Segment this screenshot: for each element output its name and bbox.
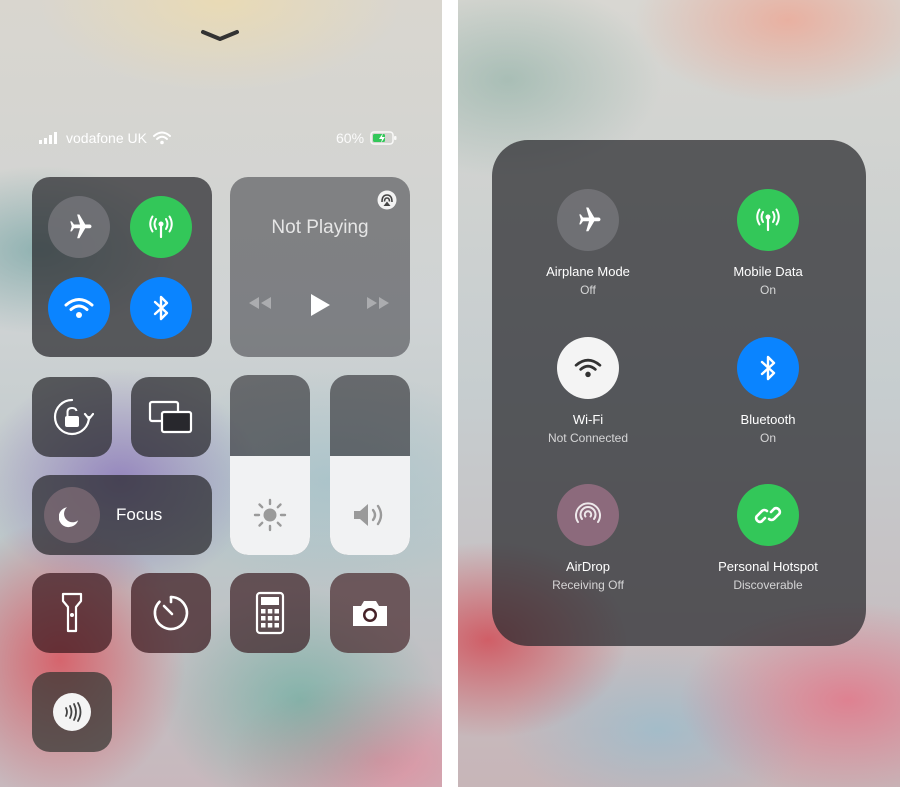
antenna-icon — [756, 208, 780, 232]
airplane-mode-label: Airplane Mode Off — [498, 263, 678, 299]
flashlight-icon — [61, 592, 83, 633]
personal-hotspot-label: Personal Hotspot Discoverable — [678, 558, 858, 594]
screen-mirroring-tile[interactable] — [131, 377, 211, 457]
camera-icon — [353, 601, 387, 626]
wifi-toggle[interactable] — [557, 337, 619, 399]
focus-tile[interactable]: Focus — [32, 475, 212, 555]
airdrop-status: Receiving Off — [552, 578, 624, 592]
airplane-icon — [579, 207, 601, 232]
airplane-mode-status: Off — [580, 283, 596, 297]
calculator-tile[interactable] — [230, 573, 310, 653]
now-playing-tile[interactable]: Not Playing — [230, 177, 410, 357]
fast-forward-icon[interactable] — [364, 295, 392, 311]
screen-mirroring-icon — [148, 400, 193, 434]
mobile-data-toggle[interactable] — [130, 196, 192, 258]
mobile-data-label: Mobile Data On — [678, 263, 858, 299]
bluetooth-toggle[interactable] — [130, 277, 192, 339]
status-bar-right: 60% — [336, 130, 398, 146]
airplane-mode-toggle[interactable] — [557, 189, 619, 251]
timer-tile[interactable] — [131, 573, 211, 653]
bluetooth-icon — [153, 295, 169, 321]
bluetooth-label: Bluetooth On — [678, 411, 858, 447]
airdrop-label: AirDrop Receiving Off — [498, 558, 678, 594]
calculator-icon — [255, 591, 285, 635]
flashlight-tile[interactable] — [32, 573, 112, 653]
wifi-icon — [574, 358, 602, 378]
airdrop-title: AirDrop — [565, 559, 611, 574]
wifi-label: Wi-Fi Not Connected — [498, 411, 678, 447]
hotspot-link-icon — [754, 506, 782, 524]
airplay-audio-icon[interactable] — [376, 189, 398, 211]
orientation-lock-icon — [53, 398, 94, 436]
antenna-icon — [149, 215, 173, 239]
carrier-name: vodafone UK — [66, 130, 147, 146]
control-center-panel: vodafone UK 60% Not Playing Focus — [0, 0, 442, 787]
airplane-icon — [70, 214, 92, 239]
wifi-toggle[interactable] — [48, 277, 110, 339]
nfc-tag-reader-tile[interactable] — [32, 672, 112, 752]
rewind-icon[interactable] — [246, 295, 274, 311]
volume-slider[interactable] — [330, 375, 410, 555]
speaker-icon — [354, 504, 383, 526]
wifi-status-icon — [152, 131, 171, 145]
wifi-status: Not Connected — [547, 431, 629, 445]
camera-tile[interactable] — [330, 573, 410, 653]
airplane-mode-toggle[interactable] — [48, 196, 110, 258]
personal-hotspot-toggle[interactable] — [737, 484, 799, 546]
personal-hotspot-status: Discoverable — [733, 578, 803, 592]
airplane-mode-title: Airplane Mode — [546, 264, 630, 279]
expanded-connectivity-panel: Airplane Mode Off Mobile Data On Wi-Fi N… — [458, 0, 900, 787]
airdrop-icon — [575, 502, 601, 523]
personal-hotspot-title: Personal Hotspot — [718, 559, 818, 574]
airdrop-toggle[interactable] — [557, 484, 619, 546]
bluetooth-toggle[interactable] — [737, 337, 799, 399]
connectivity-expanded-tile: Airplane Mode Off Mobile Data On Wi-Fi N… — [492, 140, 866, 646]
nfc-icon — [65, 702, 82, 722]
cellular-signal-icon — [39, 132, 57, 144]
play-icon[interactable] — [308, 292, 332, 318]
bluetooth-icon — [760, 355, 776, 381]
dismiss-chevron-icon[interactable] — [200, 28, 240, 42]
nfc-icon-circle — [53, 693, 91, 731]
wifi-title: Wi-Fi — [572, 412, 604, 427]
battery-percentage: 60% — [336, 130, 365, 146]
bluetooth-title: Bluetooth — [740, 412, 796, 427]
focus-label: Focus — [116, 505, 163, 524]
orientation-lock-tile[interactable] — [32, 377, 112, 457]
focus-icon-circle — [44, 487, 100, 543]
mobile-data-status: On — [759, 283, 776, 297]
mobile-data-toggle[interactable] — [737, 189, 799, 251]
wifi-icon — [64, 298, 94, 318]
moon-icon — [59, 507, 79, 528]
battery-charging-icon — [370, 131, 397, 145]
status-bar-left: vodafone UK — [38, 130, 171, 146]
brightness-slider[interactable] — [230, 375, 310, 555]
bluetooth-status: On — [759, 431, 776, 445]
now-playing-title: Not Playing — [271, 217, 369, 238]
brightness-sun-icon — [253, 498, 287, 532]
timer-icon — [153, 595, 189, 631]
connectivity-tile[interactable] — [32, 177, 212, 357]
mobile-data-title: Mobile Data — [733, 264, 803, 279]
